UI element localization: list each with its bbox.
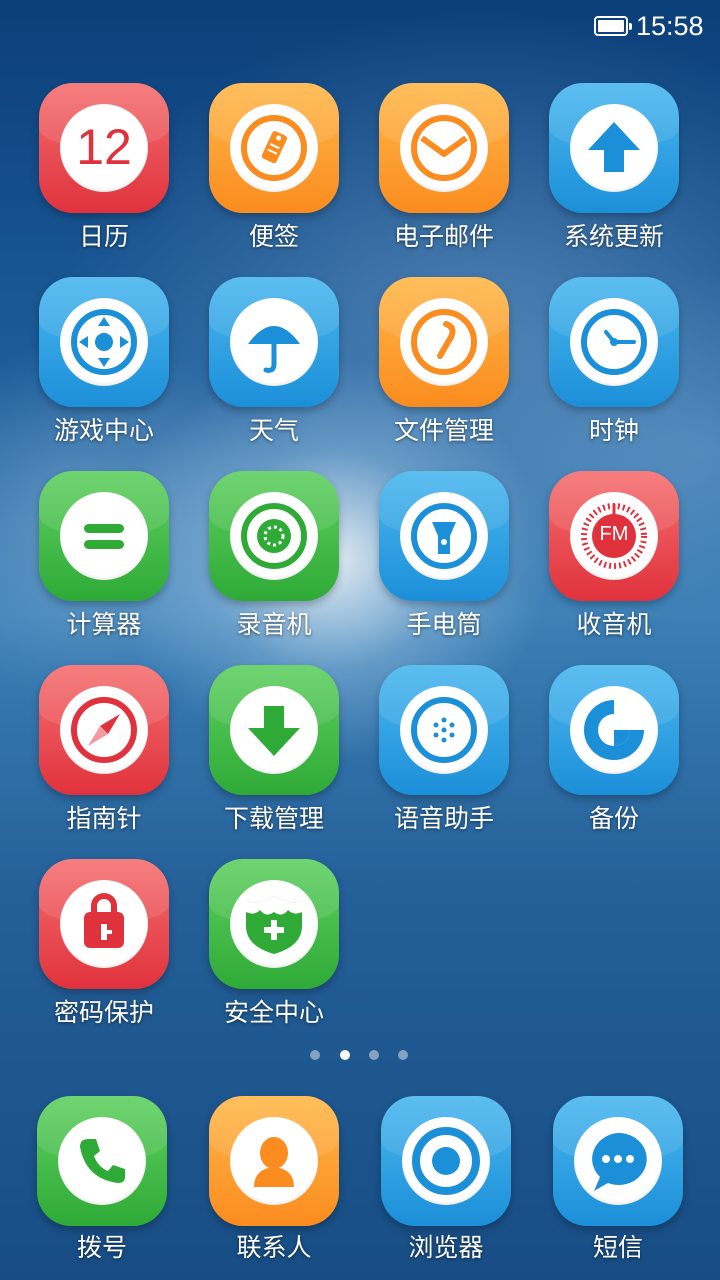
app-backup[interactable]: 备份 [534,665,694,845]
page-dot[interactable] [310,1050,320,1060]
status-time: 15:58 [636,11,704,41]
app-security-center[interactable]: 安全中心 [194,859,354,1039]
dock-contacts[interactable]: 联系人 [194,1096,354,1276]
lock-icon [39,859,169,989]
radio-icon: FM [549,471,679,601]
tag-icon [209,83,339,213]
app-label: 语音助手 [393,804,494,833]
app-recorder[interactable]: 录音机 [194,471,354,651]
speaker-dots-icon [379,665,509,795]
app-label: 联系人 [236,1233,312,1262]
app-weather[interactable]: 天气 [194,277,354,457]
dock-browser[interactable]: 浏览器 [366,1096,526,1276]
arrow-down-icon [209,665,339,795]
app-label: 拨号 [76,1233,127,1262]
app-game-center[interactable]: 游戏中心 [24,277,184,457]
calendar-icon: 12 [39,83,169,213]
phone-icon [37,1096,167,1226]
shield-icon [209,859,339,989]
app-clock[interactable]: 时钟 [534,277,694,457]
arrow-up-icon [549,83,679,213]
app-file-manager[interactable]: 文件管理 [364,277,524,457]
app-email[interactable]: 电子邮件 [364,83,524,263]
status-bar: 15:58 [0,0,720,56]
app-system-update[interactable]: 系统更新 [534,83,694,263]
app-label: 录音机 [236,610,312,639]
app-label: 收音机 [576,610,652,639]
envelope-icon [379,83,509,213]
page-dot-current[interactable] [340,1050,350,1060]
app-notes[interactable]: 便签 [194,83,354,263]
fm-badge: FM [599,523,629,545]
calendar-day: 12 [76,119,132,175]
app-label: 下载管理 [223,804,324,833]
battery-icon [594,16,632,36]
app-label: 指南针 [66,804,142,833]
backup-icon [549,665,679,795]
app-label: 日历 [78,222,129,251]
app-label: 安全中心 [223,998,324,1027]
app-flashlight[interactable]: 手电筒 [364,471,524,651]
dock-dialer[interactable]: 拨号 [22,1096,182,1276]
app-compass[interactable]: 指南针 [24,665,184,845]
browser-icon [381,1096,511,1226]
chat-bubble-icon [553,1096,683,1226]
app-label: 时钟 [588,416,639,445]
app-voice-assistant[interactable]: 语音助手 [364,665,524,845]
umbrella-icon [209,277,339,407]
person-icon [209,1096,339,1226]
app-label: 备份 [588,804,639,833]
dock-messages[interactable]: 短信 [538,1096,698,1276]
app-radio[interactable]: FM 收音机 [534,471,694,651]
folder-icon [379,277,509,407]
page-indicator[interactable] [310,1050,410,1062]
compass-icon [39,665,169,795]
app-label: 天气 [248,416,299,445]
app-label: 游戏中心 [53,416,154,445]
page-dot[interactable] [398,1050,408,1060]
app-calculator[interactable]: 计算器 [24,471,184,651]
app-label: 系统更新 [563,222,664,251]
microphone-icon [209,471,339,601]
app-label: 手电筒 [406,610,482,639]
equals-icon [39,471,169,601]
app-label: 计算器 [66,610,142,639]
flashlight-icon [379,471,509,601]
app-label: 浏览器 [408,1233,484,1262]
app-label: 密码保护 [53,998,154,1027]
page-dot[interactable] [369,1050,379,1060]
app-label: 电子邮件 [393,222,494,251]
app-download-manager[interactable]: 下载管理 [194,665,354,845]
app-label: 文件管理 [393,416,494,445]
app-label: 便签 [248,222,299,251]
app-password-protection[interactable]: 密码保护 [24,859,184,1039]
clock-icon [549,277,679,407]
app-label: 短信 [592,1233,643,1262]
app-calendar[interactable]: 12 日历 [24,83,184,263]
dpad-icon [39,277,169,407]
